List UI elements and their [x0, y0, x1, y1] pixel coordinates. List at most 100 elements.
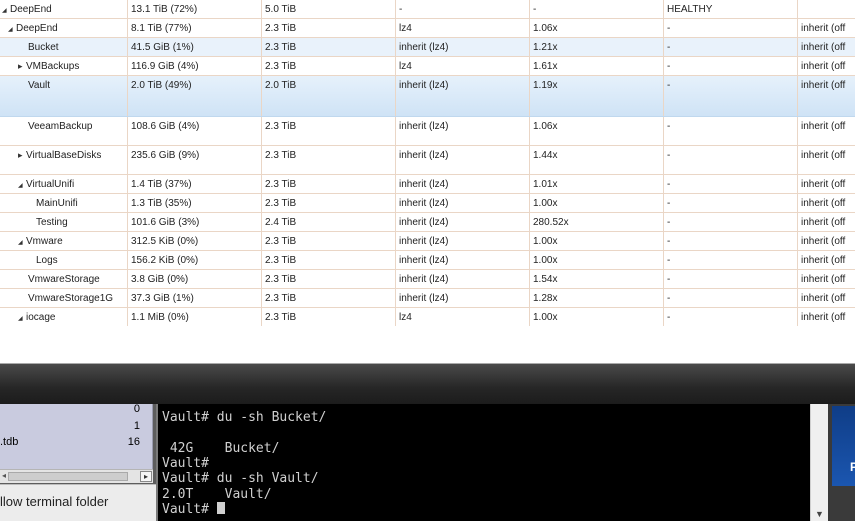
dataset-name-cell[interactable]: ◢ DeepEnd: [0, 19, 128, 37]
expand-arrow-icon[interactable]: ▸: [18, 150, 26, 161]
table-row[interactable]: Bucket 41.5 GiB (1%) 2.3 TiB inherit (lz4) 1…: [0, 38, 855, 57]
dataset-name-cell[interactable]: ◢ Vmware: [0, 232, 128, 250]
used-cell: 156.2 KiB (0%): [128, 251, 262, 269]
collapse-arrow-icon[interactable]: ◢: [18, 239, 26, 246]
list-item[interactable]: .tdb 16: [0, 435, 150, 451]
used-cell: 2.0 TiB (49%): [128, 76, 262, 116]
scroll-down-icon[interactable]: ▼: [815, 509, 824, 519]
dataset-name-cell[interactable]: Vault: [0, 76, 128, 116]
table-row[interactable]: ▸ VMBackups 116.9 GiB (4%) 2.3 TiB lz4 1.61x -…: [0, 57, 855, 76]
dataset-name-cell[interactable]: Testing: [0, 213, 128, 231]
collapse-arrow-icon[interactable]: ◢: [2, 7, 10, 14]
table-row[interactable]: ◢ DeepEnd 8.1 TiB (77%) 2.3 TiB lz4 1.06x - inh…: [0, 19, 855, 38]
table-row[interactable]: VmwareStorage 3.8 GiB (0%) 2.3 TiB inherit …: [0, 270, 855, 289]
follow-terminal-folder-option[interactable]: llow terminal folder: [0, 484, 156, 521]
available-cell: 2.3 TiB: [262, 289, 396, 307]
table-row[interactable]: Testing 101.6 GiB (3%) 2.4 TiB inherit (lz4…: [0, 213, 855, 232]
dataset-name: Bucket: [28, 42, 59, 53]
readonly-cell: inherit (off: [801, 312, 846, 323]
terminal-frame: Vault# du -sh Bucket/ 42G Bucket/Vault# V…: [156, 404, 828, 521]
status-cell: -: [664, 289, 798, 307]
dataset-name-cell[interactable]: ◢ iocage: [0, 308, 128, 326]
ratio-cell: 1.61x: [530, 57, 664, 75]
status-cell: -: [664, 251, 798, 269]
table-row[interactable]: Vault 2.0 TiB (49%) 2.0 TiB inherit (lz4) 1.…: [0, 76, 855, 117]
compression-cell: inherit (lz4): [396, 251, 530, 269]
dataset-name-cell[interactable]: Logs: [0, 251, 128, 269]
dataset-name-cell[interactable]: Bucket: [0, 38, 128, 56]
collapse-arrow-icon[interactable]: ◢: [18, 182, 26, 189]
dataset-name-cell[interactable]: VeeamBackup: [0, 117, 128, 145]
file-value: 16: [127, 436, 140, 448]
dataset-name: VMBackups: [26, 61, 80, 72]
file-browser-panel: 0 1 .tdb 16 ◂ ▸ llow terminal folder: [0, 402, 156, 521]
collapse-arrow-icon[interactable]: ◢: [8, 26, 16, 33]
dataset-name-cell[interactable]: MainUnifi: [0, 194, 128, 212]
table-row[interactable]: ◢ VirtualUnifi 1.4 TiB (37%) 2.3 TiB inherit…: [0, 175, 855, 194]
table-row[interactable]: Logs 156.2 KiB (0%) 2.3 TiB inherit (lz4) 1.…: [0, 251, 855, 270]
dataset-name-cell[interactable]: ▸ VMBackups: [0, 57, 128, 75]
dataset-name-cell[interactable]: VmwareStorage1G: [0, 289, 128, 307]
scroll-left-icon[interactable]: ◂: [0, 471, 8, 483]
available-cell: 2.3 TiB: [262, 308, 396, 326]
table-row[interactable]: VeeamBackup 108.6 GiB (4%) 2.3 TiB inherit …: [0, 117, 855, 146]
table-row[interactable]: ◢ DeepEnd 13.1 TiB (72%) 5.0 TiB - - HEALTHY: [0, 0, 855, 19]
expand-arrow-icon[interactable]: ▸: [18, 61, 26, 72]
used-cell: 101.6 GiB (3%): [128, 213, 262, 231]
terminal-cursor: [216, 502, 225, 515]
available-cell: 2.3 TiB: [262, 146, 396, 174]
file-value: 1: [133, 420, 140, 432]
dataset-name: Testing: [36, 217, 68, 228]
readonly-cell: inherit (off: [801, 236, 846, 247]
compression-cell: inherit (lz4): [396, 232, 530, 250]
dataset-name: VmwareStorage1G: [28, 293, 114, 304]
table-row[interactable]: MainUnifi 1.3 TiB (35%) 2.3 TiB inherit (lz…: [0, 194, 855, 213]
scrollbar-thumb[interactable]: [8, 472, 128, 481]
terminal-line-text: Vault#: [162, 502, 217, 518]
used-cell: 116.9 GiB (4%): [128, 57, 262, 75]
compression-cell: -: [396, 0, 530, 18]
used-cell: 1.1 MiB (0%): [128, 308, 262, 326]
dataset-name-cell[interactable]: ◢ DeepEnd: [0, 0, 128, 18]
available-cell: 2.3 TiB: [262, 232, 396, 250]
terminal-vertical-scrollbar[interactable]: ▼: [810, 404, 828, 521]
list-item[interactable]: 1: [0, 419, 150, 435]
file-value: 0: [133, 403, 140, 415]
used-cell: 1.3 TiB (35%): [128, 194, 262, 212]
table-row[interactable]: VmwareStorage1G 37.3 GiB (1%) 2.3 TiB inher…: [0, 289, 855, 308]
terminal-output: Vault# du -sh Bucket/ 42G Bucket/Vault# V…: [162, 404, 326, 517]
powershell-window-edge[interactable]: PS: [832, 406, 855, 486]
dataset-name: iocage: [26, 312, 56, 323]
used-cell: 8.1 TiB (77%): [128, 19, 262, 37]
table-row[interactable]: ◢ iocage 1.1 MiB (0%) 2.3 TiB lz4 1.00x - inher…: [0, 308, 855, 327]
scroll-right-icon[interactable]: ▸: [140, 471, 152, 482]
table-row[interactable]: ◢ Vmware 312.5 KiB (0%) 2.3 TiB inherit (lz4…: [0, 232, 855, 251]
readonly-cell: inherit (off: [801, 80, 846, 91]
compression-cell: lz4: [396, 57, 530, 75]
collapse-arrow-icon[interactable]: ◢: [18, 315, 26, 322]
table-row[interactable]: ▸ VirtualBaseDisks 235.6 GiB (9%) 2.3 TiB in…: [0, 146, 855, 175]
ratio-cell: 1.54x: [530, 270, 664, 288]
ratio-cell: 1.44x: [530, 146, 664, 174]
used-cell: 41.5 GiB (1%): [128, 38, 262, 56]
readonly-cell: inherit (off: [801, 42, 846, 53]
available-cell: 5.0 TiB: [262, 0, 396, 18]
terminal-line: Vault# du -sh Vault/: [162, 471, 326, 486]
status-cell: -: [664, 194, 798, 212]
compression-cell: inherit (lz4): [396, 76, 530, 116]
dataset-name-cell[interactable]: ◢ VirtualUnifi: [0, 175, 128, 193]
status-cell: -: [664, 19, 798, 37]
terminal-line: 42G Bucket/: [162, 441, 326, 456]
available-cell: 2.3 TiB: [262, 57, 396, 75]
dataset-name-cell[interactable]: VmwareStorage: [0, 270, 128, 288]
terminal-line-text: Vault# du -sh Vault/: [162, 471, 319, 487]
empty-table-area: [0, 326, 855, 362]
status-cell: -: [664, 57, 798, 75]
horizontal-scrollbar[interactable]: ◂ ▸: [0, 469, 153, 483]
dataset-name: Vault: [28, 80, 51, 91]
terminal[interactable]: Vault# du -sh Bucket/ 42G Bucket/Vault# V…: [158, 404, 810, 521]
follow-terminal-folder-label: llow terminal folder: [0, 494, 109, 509]
dataset-name: DeepEnd: [16, 23, 58, 34]
dataset-name-cell[interactable]: ▸ VirtualBaseDisks: [0, 146, 128, 174]
list-item[interactable]: 0: [0, 402, 150, 418]
